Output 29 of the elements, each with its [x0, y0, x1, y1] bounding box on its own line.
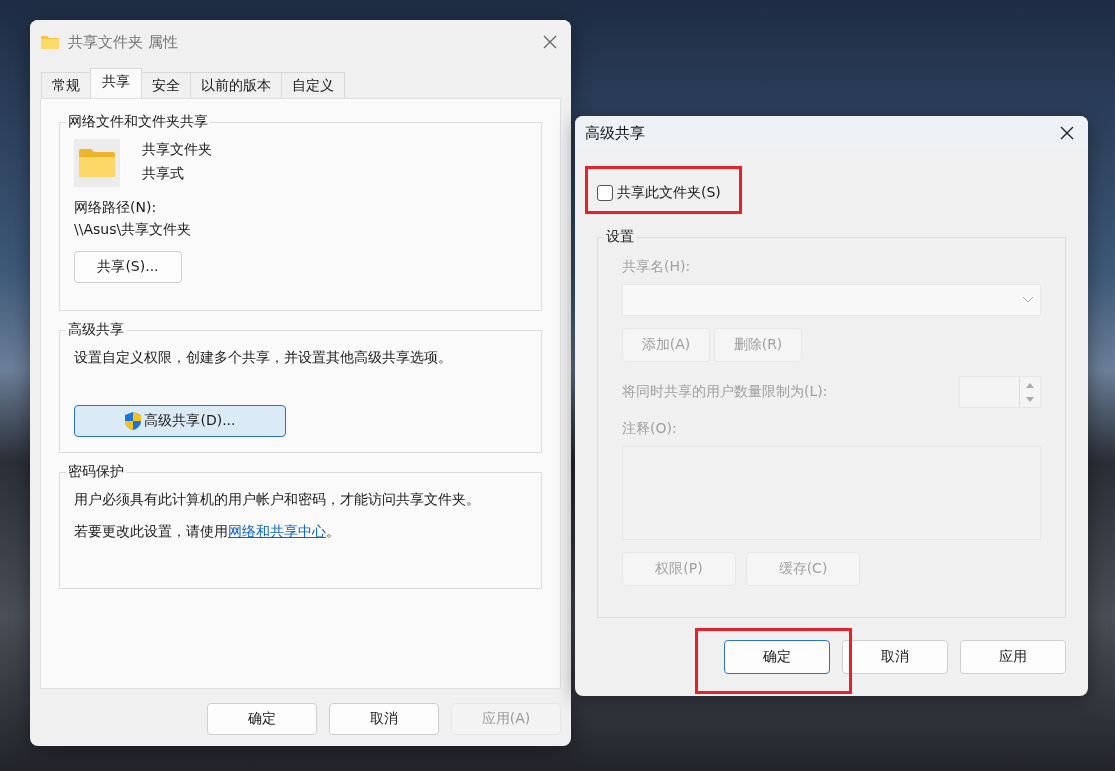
network-path: \\Asus\共享文件夹	[74, 221, 193, 239]
share-folder-checkbox[interactable]: 共享此文件夹(S)	[597, 184, 1066, 202]
share-name-label: 共享名(H):	[622, 258, 692, 276]
checkbox-label: 共享此文件夹(S)	[617, 184, 721, 202]
group-title: 密码保护	[67, 463, 125, 481]
network-center-link[interactable]: 网络和共享中心	[228, 523, 326, 539]
tab[interactable]: 常规	[41, 72, 91, 98]
path-label: 网络路径(N):	[74, 199, 158, 217]
group-title: 高级共享	[67, 321, 125, 339]
share-status: 共享式	[142, 165, 185, 183]
description-text: 设置自定义权限，创建多个共享，并设置其他高级共享选项。	[74, 349, 453, 367]
hint-text: 若要更改此设置，请使用网络和共享中心。	[74, 523, 341, 541]
window-title: 高级共享	[585, 123, 646, 143]
group-title: 设置	[605, 228, 635, 246]
dialog-button[interactable]: 取消	[329, 703, 439, 735]
folder-name: 共享文件夹	[142, 141, 212, 159]
tab[interactable]: 自定义	[281, 72, 345, 98]
tab[interactable]: 共享	[90, 68, 142, 98]
dialog-button[interactable]: 确定	[207, 703, 317, 735]
advanced-sharing-button[interactable]: 高级共享(D)...	[74, 405, 286, 437]
dialog-button[interactable]: 确定	[724, 640, 830, 674]
comment-label: 注释(O):	[622, 420, 678, 438]
user-limit-label: 将同时共享的用户数量限制为(L):	[622, 383, 828, 401]
share-button[interactable]: 共享(S)...	[74, 251, 182, 283]
window-title: 共享文件夹 属性	[68, 32, 179, 52]
description-text: 用户必须具有此计算机的用户帐户和密码，才能访问共享文件夹。	[74, 491, 481, 509]
dialog-button[interactable]: 应用	[960, 640, 1066, 674]
group-title: 网络文件和文件夹共享	[67, 113, 209, 131]
dialog-button[interactable]: 取消	[842, 640, 948, 674]
